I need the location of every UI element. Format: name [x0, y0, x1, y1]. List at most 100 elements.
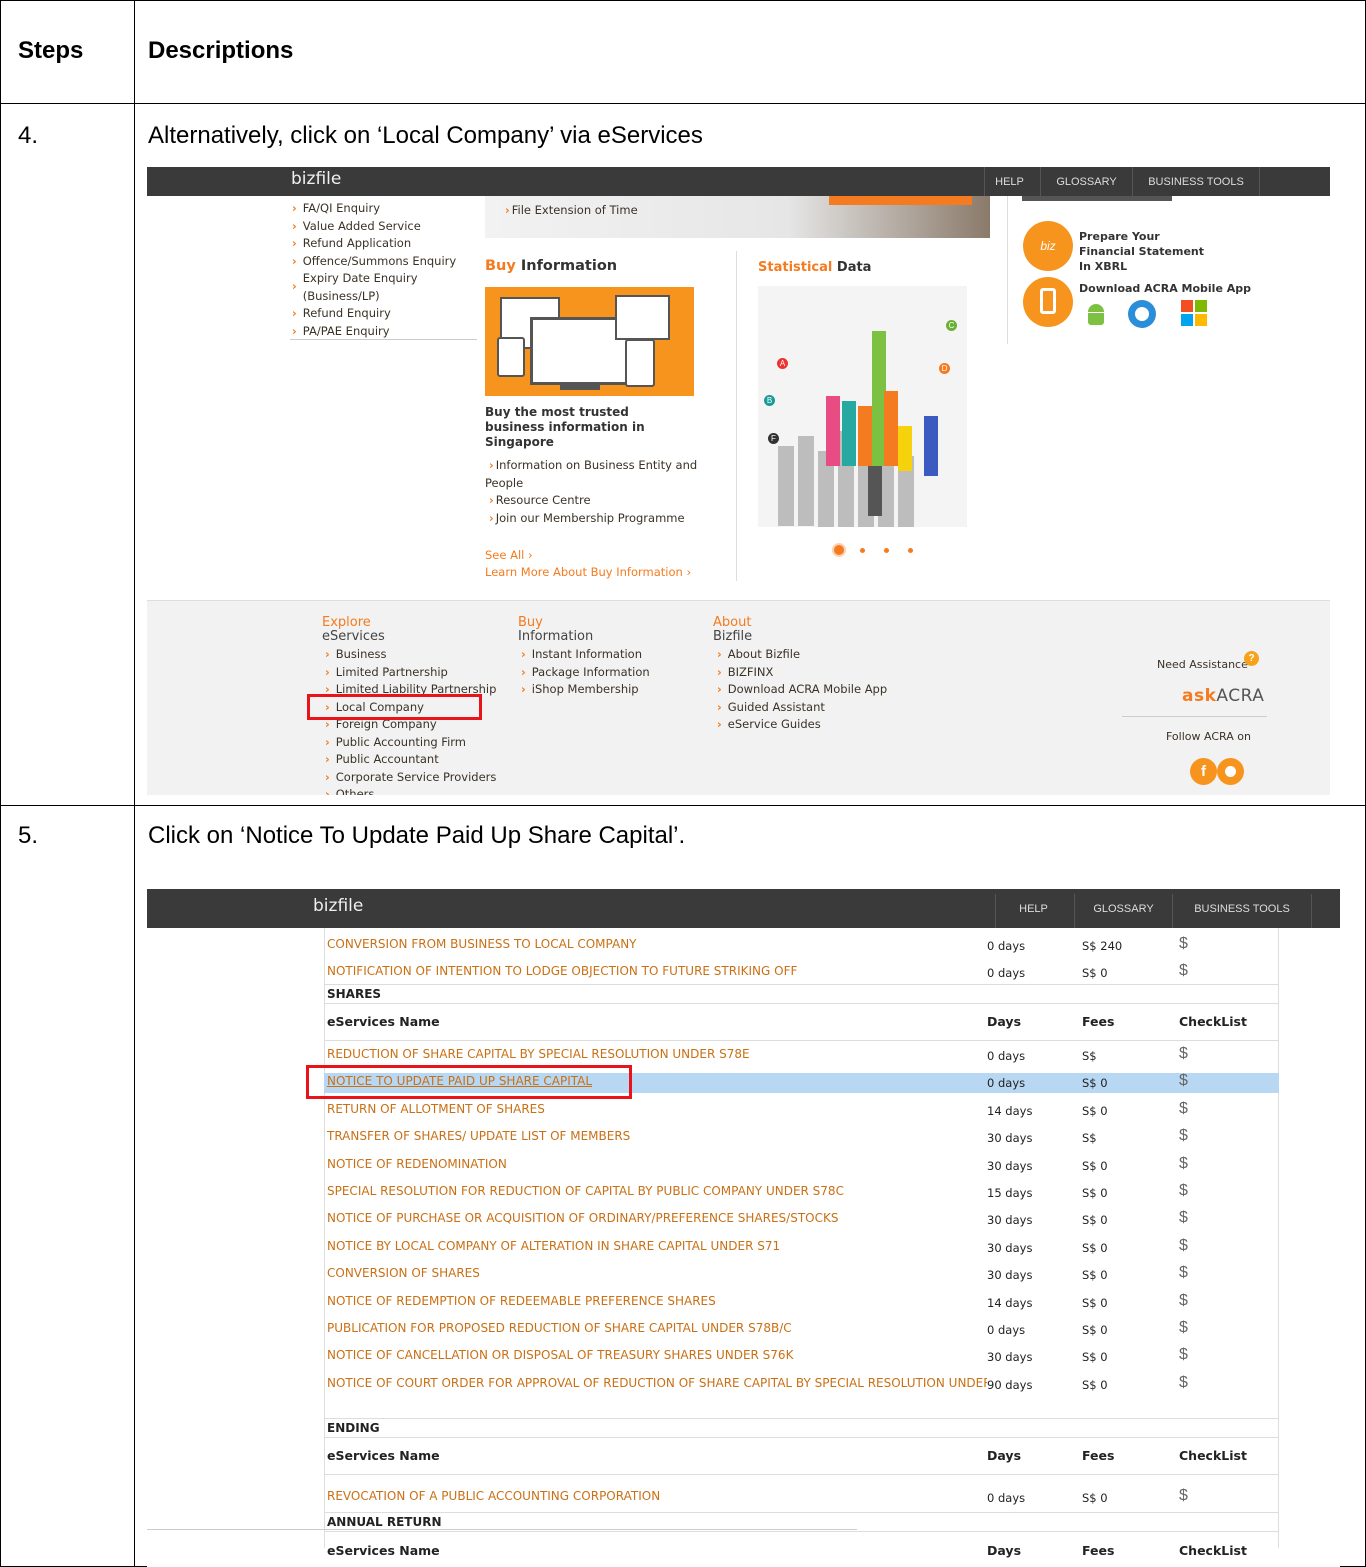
fees-value: S$ 0	[1082, 1240, 1108, 1255]
nav-glossary[interactable]: GLOSSARY	[1040, 167, 1132, 196]
link-value-added[interactable]: › Value Added Service	[292, 218, 477, 236]
link-see-all[interactable]: See All ›	[485, 547, 533, 565]
fees-value: S$ 0	[1082, 1377, 1108, 1392]
link-learn-more[interactable]: Learn More About Buy Information ›	[485, 564, 691, 582]
days-value: 90 days	[987, 1377, 1033, 1392]
nav-help[interactable]: HELP	[984, 167, 1034, 196]
checklist-icon[interactable]: $	[1179, 1264, 1188, 1282]
table-row[interactable]: SPECIAL RESOLUTION FOR REDUCTION OF CAPI…	[327, 1178, 987, 1206]
footer-link-package[interactable]: › Package Information	[521, 664, 711, 682]
buy-info-image[interactable]	[485, 287, 694, 396]
table-row[interactable]: NOTICE OF COURT ORDER FOR APPROVAL OF RE…	[327, 1370, 987, 1398]
footer-link-others[interactable]: › Others	[325, 786, 525, 795]
buy-info-links: › Information on Business Entity and Peop…	[485, 457, 700, 527]
footer-link-mobile-app[interactable]: › Download ACRA Mobile App	[717, 681, 917, 699]
mobile-app-link[interactable]: Download ACRA Mobile App	[1079, 280, 1251, 298]
bizfin-icon[interactable]: biz	[1023, 221, 1073, 271]
checklist-icon[interactable]: $	[1179, 935, 1188, 953]
link-membership[interactable]: › Join our Membership Programme	[485, 510, 700, 528]
link-file-extension[interactable]: › File Extension of Time	[505, 202, 638, 220]
table-row[interactable]: TRANSFER OF SHARES/ UPDATE LIST OF MEMBE…	[327, 1123, 987, 1151]
checklist-icon[interactable]: $	[1179, 1346, 1188, 1364]
checklist-icon[interactable]: $	[1179, 1292, 1188, 1310]
footer-link-lp[interactable]: › Limited Partnership	[325, 664, 525, 682]
footer-link-guides[interactable]: › eService Guides	[717, 716, 917, 734]
step-4-number: 4.	[18, 122, 39, 149]
footer-link-about[interactable]: › About Bizfile	[717, 646, 917, 664]
twitter-icon[interactable]	[1217, 758, 1244, 785]
table-row[interactable]: CONVERSION OF SHARES	[327, 1260, 987, 1288]
apple-icon[interactable]	[1128, 300, 1156, 328]
table-row[interactable]: NOTICE OF REDENOMINATION	[327, 1151, 987, 1179]
bizfile-logo-2[interactable]: bizfile	[313, 896, 363, 916]
table-row[interactable]: NOTIFICATION OF INTENTION TO LODGE OBJEC…	[327, 958, 797, 986]
descriptions-header: Descriptions	[148, 37, 294, 64]
nav-help-2[interactable]: HELP	[995, 894, 1071, 928]
checklist-icon[interactable]: $	[1179, 1100, 1188, 1118]
banner-button[interactable]	[829, 196, 972, 205]
android-icon[interactable]	[1085, 300, 1107, 326]
table-row[interactable]: NOTICE OF CANCELLATION OR DISPOSAL OF TR…	[327, 1342, 987, 1370]
days-value: 30 days	[987, 1268, 1033, 1283]
nav-business-tools[interactable]: BUSINESS TOOLS	[1132, 167, 1260, 196]
bizfile-logo[interactable]: bizfile	[291, 169, 341, 189]
days-value: 30 days	[987, 1158, 1033, 1173]
help-icon[interactable]: ?	[1244, 651, 1259, 666]
eservices-table: CONVERSION FROM BUSINESS TO LOCAL COMPAN…	[324, 928, 1279, 1567]
link-business-entity[interactable]: › Information on Business Entity and Peop…	[485, 457, 700, 492]
checklist-icon[interactable]: $	[1179, 1127, 1188, 1145]
stat-chart-graphic	[778, 331, 938, 527]
checklist-icon[interactable]: $	[1179, 1374, 1188, 1392]
link-resource-centre[interactable]: › Resource Centre	[485, 492, 700, 510]
checklist-icon[interactable]: $	[1179, 1487, 1188, 1505]
footer-link-business[interactable]: › Business	[325, 646, 525, 664]
table-row[interactable]: NOTICE OF REDEMPTION OF REDEEMABLE PREFE…	[327, 1288, 987, 1316]
footer-link-ishop[interactable]: › iShop Membership	[521, 681, 711, 699]
carousel-dot-4[interactable]	[908, 548, 913, 553]
days-value: 30 days	[987, 1131, 1033, 1146]
footer-link-instant[interactable]: › Instant Information	[521, 646, 711, 664]
facebook-icon[interactable]: f	[1190, 758, 1217, 785]
table-row[interactable]: PUBLICATION FOR PROPOSED REDUCTION OF SH…	[327, 1315, 987, 1343]
checklist-icon[interactable]: $	[1179, 1209, 1188, 1227]
link-refund-enq[interactable]: › Refund Enquiry	[292, 305, 477, 323]
checklist-icon[interactable]: $	[1179, 1045, 1188, 1063]
footer-link-guided[interactable]: › Guided Assistant	[717, 699, 917, 717]
xbrl-link[interactable]: Prepare Your Financial Statement In XBRL	[1079, 229, 1219, 274]
table-row[interactable]: NOTICE OF PURCHASE OR ACQUISITION OF ORD…	[327, 1205, 987, 1233]
col-header-checklist: CheckList	[1179, 1543, 1247, 1558]
checklist-icon[interactable]: $	[1179, 1182, 1188, 1200]
footer-link-csp[interactable]: › Corporate Service Providers	[325, 769, 525, 787]
link-offence[interactable]: › Offence/Summons Enquiry	[292, 253, 477, 271]
footer-link-paf[interactable]: › Public Accounting Firm	[325, 734, 525, 752]
table-row[interactable]: CONVERSION FROM BUSINESS TO LOCAL COMPAN…	[327, 931, 637, 959]
footer-link-bizfinx[interactable]: › BIZFINX	[717, 664, 917, 682]
table-row[interactable]: NOTICE BY LOCAL COMPANY OF ALTERATION IN…	[327, 1233, 987, 1261]
link-refund-app[interactable]: › Refund Application	[292, 235, 477, 253]
checklist-icon[interactable]: $	[1179, 1072, 1188, 1090]
link-pa-pae[interactable]: › PA/PAE Enquiry	[292, 323, 477, 341]
footer-link-pa[interactable]: › Public Accountant	[325, 751, 525, 769]
windows-icon[interactable]	[1181, 300, 1207, 326]
highlight-notice-update-paid-up	[306, 1065, 632, 1099]
table-row[interactable]: REVOCATION OF A PUBLIC ACCOUNTING CORPOR…	[327, 1483, 660, 1511]
step-5-text: Click on ‘Notice To Update Paid Up Share…	[148, 822, 686, 849]
askacra-logo[interactable]: askACRA	[1182, 686, 1264, 706]
nav-glossary-2[interactable]: GLOSSARY	[1074, 894, 1172, 928]
mobile-app-icon[interactable]	[1023, 277, 1073, 327]
carousel-dot-1[interactable]	[834, 545, 844, 555]
checklist-icon[interactable]: $	[1179, 1319, 1188, 1337]
link-expiry[interactable]: › Expiry Date Enquiry (Business/LP)	[292, 270, 477, 305]
carousel-dot-2[interactable]	[860, 548, 865, 553]
table-row[interactable]: RETURN OF ALLOTMENT OF SHARES	[327, 1096, 987, 1124]
carousel-dot-3[interactable]	[884, 548, 889, 553]
link-faqi[interactable]: › FA/QI Enquiry	[292, 200, 477, 218]
fees-value: S$	[1082, 1131, 1097, 1146]
checklist-icon[interactable]: $	[1179, 1155, 1188, 1173]
checklist-icon[interactable]: $	[1179, 1237, 1188, 1255]
stat-chart-image[interactable]: A B C D F	[758, 286, 967, 527]
col-header-fees: Fees	[1082, 1448, 1115, 1463]
need-assistance[interactable]: Need Assistance	[1157, 656, 1248, 674]
checklist-icon[interactable]: $	[1179, 962, 1188, 980]
nav-business-tools-2[interactable]: BUSINESS TOOLS	[1172, 894, 1312, 928]
